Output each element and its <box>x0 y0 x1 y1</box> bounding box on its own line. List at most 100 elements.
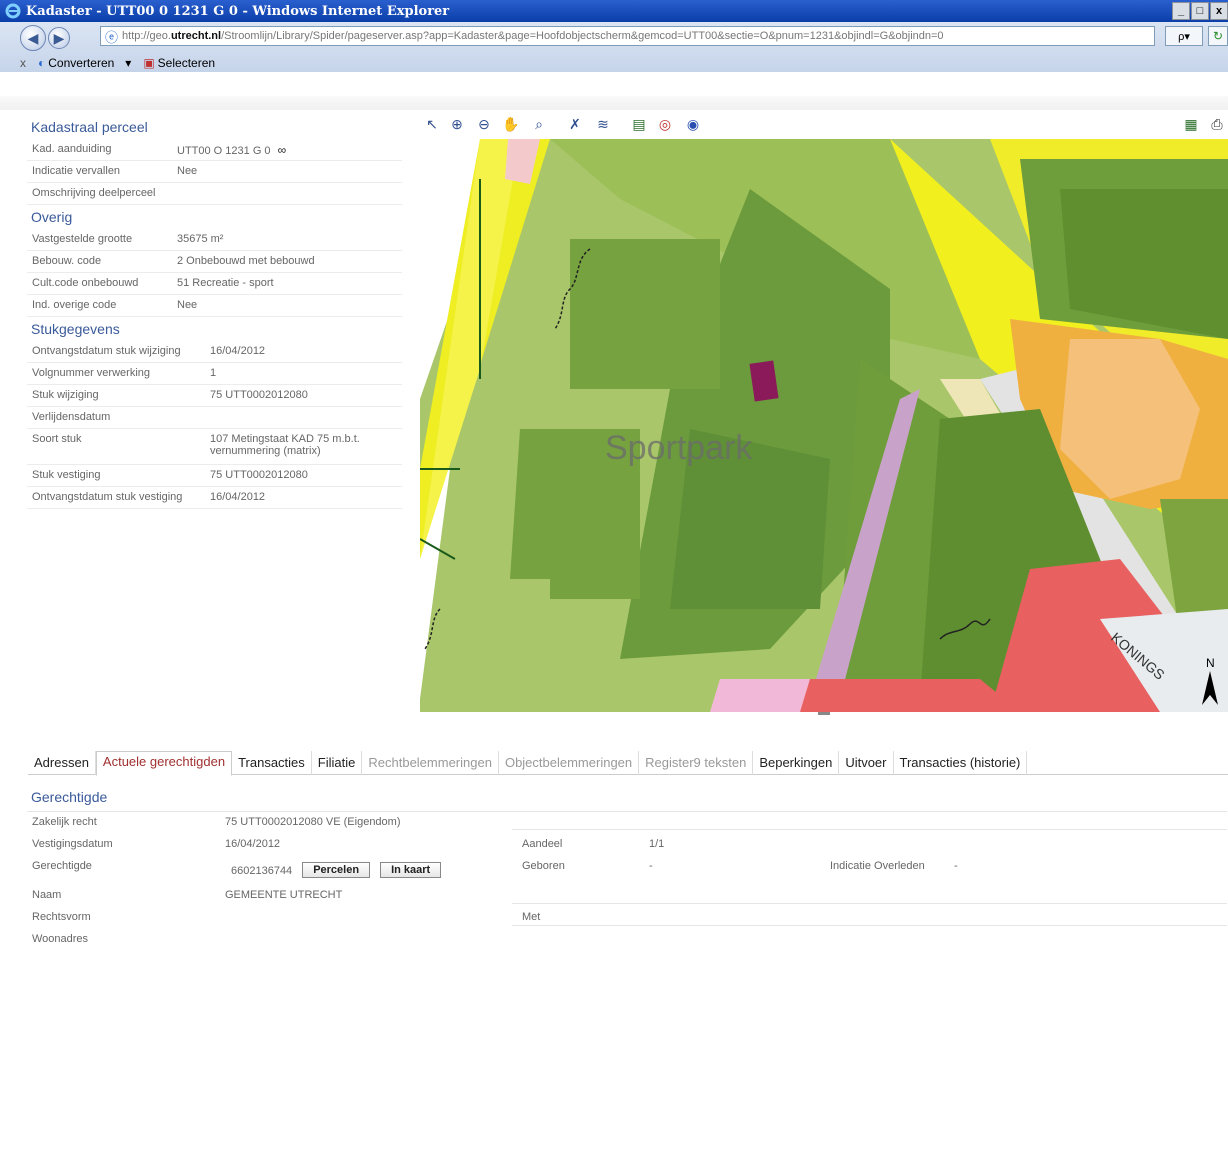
detail-row: Indicatie vervallen Nee <box>27 161 402 183</box>
search-dropdown-button[interactable]: ρ▾ <box>1165 26 1203 46</box>
tab-uitvoer[interactable]: Uitvoer <box>839 751 894 775</box>
converteren-label: Converteren <box>48 56 115 70</box>
navigation-bar: ◀ ▶ ⓔ http://geo. utrecht.nl/Stroomlijn/L… <box>0 22 1228 72</box>
tab-beperkingen[interactable]: Beperkingen <box>753 751 840 775</box>
tab-transacties[interactable]: Transacties <box>232 751 312 775</box>
gerechtigde-value: 6602136744 <box>231 865 293 877</box>
detail-row: Stuk wijziging 75 UTT0002012080 <box>27 385 402 407</box>
indicatie-vervallen-value: Nee <box>177 165 198 177</box>
tab-objectbelemmeringen[interactable]: Objectbelemmeringen <box>499 751 640 775</box>
kadastraal-perceel-heading: Kadastraal perceel <box>31 119 148 135</box>
converteren-button[interactable]: ◐ Converteren ▾ <box>38 56 131 70</box>
detail-row: Verlijdensdatum <box>27 407 402 429</box>
map-toolbar: ↖ ⊕ ⊖ ✋ ⌕ ✗ ≋ ▤ ◎ ◉ ▦ ⎙ <box>420 113 1228 139</box>
zakelijk-recht-value: 75 UTT0002012080 VE (Eigendom) <box>225 816 401 828</box>
command-toolbar: x ◐ Converteren ▾ ▣ Selecteren <box>0 53 1228 73</box>
circle-target-icon[interactable]: ◉ <box>684 115 702 133</box>
geboren-value: - <box>649 860 653 872</box>
forward-icon[interactable]: ▶ <box>48 27 70 49</box>
zoom-out-icon[interactable]: ⊖ <box>475 115 493 133</box>
omschrijving-deelperceel-label: Omschrijving deelperceel <box>32 187 156 199</box>
selecteren-label: Selecteren <box>157 56 216 70</box>
overig-heading: Overig <box>31 209 73 225</box>
pointer-icon[interactable]: ↖ <box>423 115 441 133</box>
divider <box>512 925 1227 926</box>
selecteren-button[interactable]: ▣ Selecteren <box>143 56 215 70</box>
zakelijk-recht-label: Zakelijk recht <box>32 816 97 828</box>
refresh-icon[interactable]: ↻ <box>1208 26 1228 46</box>
gerechtigde-label: Gerechtigde <box>32 860 92 872</box>
detail-row: Volgnummer verwerking 1 <box>27 363 402 385</box>
convert-icon: ◐ <box>38 56 46 70</box>
aandeel-value: 1/1 <box>649 838 665 850</box>
maximize-button[interactable]: □ <box>1191 2 1209 20</box>
verlijdensdatum-label: Verlijdensdatum <box>32 411 111 423</box>
bebouw-code-label: Bebouw. code <box>32 255 102 267</box>
chevron-down-icon[interactable]: ▾ <box>125 56 131 70</box>
indicatie-overleden-label: Indicatie Overleden <box>830 860 925 872</box>
ind-overige-code-label: Ind. overige code <box>32 299 117 311</box>
map-scroll-indicator <box>818 712 830 715</box>
cadastral-map[interactable]: Sportpark KONINGS N <box>420 139 1228 712</box>
met-label: Met <box>522 911 541 923</box>
soort-stuk-value: 107 Metingstaat KAD 75 m.b.t. vernummeri… <box>210 433 360 457</box>
indicatie-vervallen-label: Indicatie vervallen <box>32 165 121 177</box>
address-input[interactable]: ⓔ http://geo. utrecht.nl/Stroomlijn/Libra… <box>100 26 1155 46</box>
close-button[interactable]: x <box>1210 2 1228 20</box>
window-title-bar: Kadaster - UTT00 0 1231 G 0 - Windows In… <box>0 0 1228 22</box>
divider <box>27 811 1227 812</box>
north-arrow-label: N <box>1206 656 1215 670</box>
kad-aanduiding-label: Kad. aanduiding <box>32 143 112 155</box>
window-title: Kadaster - UTT00 0 1231 G 0 - Windows In… <box>26 3 450 19</box>
stuk-vestiging-label: Stuk vestiging <box>32 469 101 481</box>
detail-row: Soort stuk 107 Metingstaat KAD 75 m.b.t.… <box>27 429 402 465</box>
cult-code-label: Cult.code onbebouwd <box>32 277 139 289</box>
map-area-label: Sportpark <box>605 429 753 467</box>
detail-row: Cult.code onbebouwd 51 Recreatie - sport <box>27 273 402 295</box>
url-prefix: http://geo. <box>122 30 171 42</box>
ontvangstdatum-vestiging-label: Ontvangstdatum stuk vestiging <box>32 491 183 503</box>
ontvangstdatum-vestiging-value: 16/04/2012 <box>210 491 266 503</box>
back-icon[interactable]: ◀ <box>20 25 46 51</box>
map-canvas: Sportpark KONINGS N <box>420 139 1228 712</box>
tab-adressen[interactable]: Adressen <box>28 751 96 775</box>
vestigingsdatum-label: Vestigingsdatum <box>32 838 113 850</box>
stuk-wijziging-value: 75 UTT0002012080 <box>210 389 308 401</box>
ind-overige-code-value: Nee <box>177 299 198 311</box>
ontvangstdatum-wijziging-value: 16/04/2012 <box>210 345 266 357</box>
print-icon[interactable]: ⎙ <box>1208 115 1226 133</box>
vestigingsdatum-value: 16/04/2012 <box>225 838 281 850</box>
tab-register9-teksten[interactable]: Register9 teksten <box>639 751 754 775</box>
tab-filiatie[interactable]: Filiatie <box>312 751 363 775</box>
clear-selection-icon[interactable]: ✗ <box>566 115 584 133</box>
tab-transacties-historie[interactable]: Transacties (historie) <box>894 751 1028 775</box>
vastgestelde-grootte-label: Vastgestelde grootte <box>32 233 133 245</box>
naam-value: GEMEENTE UTRECHT <box>225 889 343 901</box>
divider <box>512 903 1227 904</box>
internet-explorer-icon <box>4 2 22 20</box>
detail-row: Omschrijving deelperceel <box>27 183 402 205</box>
bebouw-code-value: 2 Onbebouwd met bebouwd <box>177 255 315 267</box>
close-toolbar-icon[interactable]: x <box>20 56 26 70</box>
binoculars-icon[interactable]: ∞ <box>278 143 287 157</box>
gerechtigde-heading: Gerechtigde <box>31 789 108 805</box>
select-list-icon[interactable]: ≋ <box>594 115 612 133</box>
percelen-button[interactable]: Percelen <box>302 862 371 878</box>
layers-icon[interactable]: ▤ <box>630 115 648 133</box>
detail-row: Ind. overige code Nee <box>27 295 402 317</box>
tab-actuele-gerechtigden[interactable]: Actuele gerechtigden <box>95 751 233 776</box>
zoom-in-icon[interactable]: ⊕ <box>448 115 466 133</box>
pan-icon[interactable]: ✋ <box>502 115 520 133</box>
detail-tabs: Adressen Actuele gerechtigden Transactie… <box>28 751 1228 776</box>
map-export-icon[interactable]: ▦ <box>1182 115 1200 133</box>
tab-rechtbelemmeringen[interactable]: Rechtbelemmeringen <box>362 751 499 775</box>
in-kaart-button[interactable]: In kaart <box>380 862 442 878</box>
soort-stuk-label: Soort stuk <box>32 433 82 445</box>
detail-row: Vastgestelde grootte 35675 m² <box>27 229 402 251</box>
target-icon[interactable]: ◎ <box>656 115 674 133</box>
minimize-button[interactable]: _ <box>1172 2 1190 20</box>
detail-row: Bebouw. code 2 Onbebouwd met bebouwd <box>27 251 402 273</box>
aandeel-label: Aandeel <box>522 838 563 850</box>
zoom-extent-icon[interactable]: ⌕ <box>530 115 548 133</box>
volgnummer-value: 1 <box>210 367 217 379</box>
